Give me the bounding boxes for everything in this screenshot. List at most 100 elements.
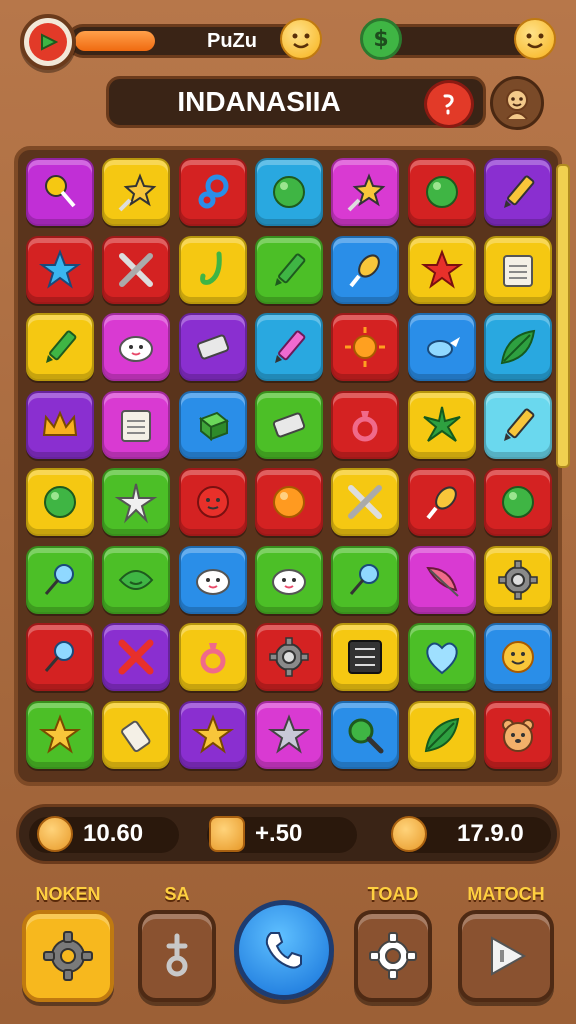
board-tile[interactable] xyxy=(331,468,400,536)
board-tile[interactable] xyxy=(331,545,400,614)
starfish-icon xyxy=(422,406,461,442)
notepad-icon xyxy=(121,409,152,442)
board-tile[interactable] xyxy=(178,623,247,691)
board-tile[interactable] xyxy=(254,545,323,614)
board-tile[interactable] xyxy=(483,623,552,691)
board-tile[interactable] xyxy=(407,390,476,459)
stat-coins: 10.60 xyxy=(37,807,143,861)
board-tile[interactable] xyxy=(178,545,247,614)
board-tile[interactable] xyxy=(178,390,247,459)
toad-button[interactable] xyxy=(354,910,432,1002)
board-tile[interactable] xyxy=(102,545,171,614)
smile-icon xyxy=(280,18,322,60)
leaf-icon xyxy=(424,717,459,752)
progress-fill xyxy=(75,31,155,51)
board-tile[interactable] xyxy=(483,313,552,381)
board-tile[interactable] xyxy=(331,235,400,304)
board-tile[interactable] xyxy=(483,390,552,459)
board-tile[interactable] xyxy=(483,700,552,769)
board-scrollbar[interactable] xyxy=(556,164,570,468)
board-tile[interactable] xyxy=(407,545,476,614)
drop-pin-icon xyxy=(350,563,380,595)
hint-button[interactable] xyxy=(424,80,474,128)
avatar-icon xyxy=(506,89,528,120)
board-tile[interactable] xyxy=(407,623,476,691)
board-tile[interactable] xyxy=(331,700,400,769)
gold-star-icon xyxy=(38,713,82,754)
hint-icon xyxy=(443,94,454,115)
call-button[interactable] xyxy=(234,900,334,1000)
board-tile[interactable] xyxy=(178,158,247,226)
board-tile[interactable] xyxy=(331,390,400,459)
gear-icon xyxy=(43,931,93,981)
play-icon xyxy=(491,936,527,976)
board-tile[interactable] xyxy=(254,468,323,536)
board-tile[interactable] xyxy=(254,235,323,304)
board-tile[interactable] xyxy=(254,313,323,381)
matoch-label: MATOCH xyxy=(467,884,545,904)
board-tile[interactable] xyxy=(331,313,400,381)
board-tile[interactable] xyxy=(26,623,94,691)
board-tile[interactable] xyxy=(178,700,247,769)
board-tile[interactable] xyxy=(102,468,171,536)
star-wand-icon xyxy=(347,173,386,212)
board-tile[interactable] xyxy=(483,545,552,614)
board-tile[interactable] xyxy=(102,700,171,769)
pencil-icon xyxy=(503,407,535,441)
board-tile[interactable] xyxy=(407,313,476,381)
board-tile[interactable] xyxy=(483,468,552,536)
board-tile[interactable] xyxy=(178,235,247,304)
board-tile[interactable] xyxy=(102,313,171,381)
board-tile[interactable] xyxy=(102,390,171,459)
board-tile[interactable] xyxy=(26,313,94,381)
list-icon xyxy=(348,640,383,674)
progress-label: PuZu xyxy=(207,30,257,52)
x-mark-icon xyxy=(118,639,154,675)
board-tile[interactable] xyxy=(254,158,323,226)
board-tile[interactable] xyxy=(483,235,552,304)
board-tile[interactable] xyxy=(26,235,94,304)
board-tile[interactable] xyxy=(331,623,400,691)
avatar-button[interactable] xyxy=(490,76,544,130)
magnifier-icon xyxy=(348,718,384,753)
hook-icon xyxy=(199,251,222,285)
game-board xyxy=(14,146,562,786)
pink-pencil-icon xyxy=(274,330,306,363)
lollipop-icon xyxy=(45,175,76,208)
board-tile[interactable] xyxy=(483,158,552,226)
sun-icon xyxy=(345,327,386,367)
coin-face-icon xyxy=(37,816,73,852)
board-tile[interactable] xyxy=(407,700,476,769)
board-tile[interactable] xyxy=(26,700,94,769)
board-tile[interactable] xyxy=(407,468,476,536)
board-tile[interactable] xyxy=(178,468,247,536)
board-tile[interactable] xyxy=(254,623,323,691)
board-tile[interactable] xyxy=(331,158,400,226)
play-button[interactable] xyxy=(20,14,76,70)
board-tile[interactable] xyxy=(102,158,171,226)
phone-icon xyxy=(265,932,302,969)
pencil-icon xyxy=(503,175,535,208)
dollar-icon[interactable]: $ xyxy=(360,18,402,60)
board-tile[interactable] xyxy=(254,390,323,459)
link-icon xyxy=(198,174,229,209)
board-tile[interactable] xyxy=(26,158,94,226)
board-tile[interactable] xyxy=(178,313,247,381)
board-tile[interactable] xyxy=(102,235,171,304)
notepad-icon xyxy=(502,254,533,287)
cloud-face-icon xyxy=(119,336,154,362)
board-tile[interactable] xyxy=(407,235,476,304)
stat-score-value: 17.9.0 xyxy=(457,820,524,847)
match-play-button[interactable] xyxy=(458,910,554,1002)
board-tile[interactable] xyxy=(26,390,94,459)
board-tile[interactable] xyxy=(254,700,323,769)
board-tile[interactable] xyxy=(407,158,476,226)
board-tile[interactable] xyxy=(102,623,171,691)
power-up-button[interactable] xyxy=(138,910,216,1002)
board-tile[interactable] xyxy=(26,468,94,536)
crown-icon xyxy=(42,409,78,436)
board-tile[interactable] xyxy=(26,545,94,614)
settings-button[interactable] xyxy=(22,910,114,1002)
smile-face-icon xyxy=(501,641,534,673)
play-icon xyxy=(41,33,59,51)
